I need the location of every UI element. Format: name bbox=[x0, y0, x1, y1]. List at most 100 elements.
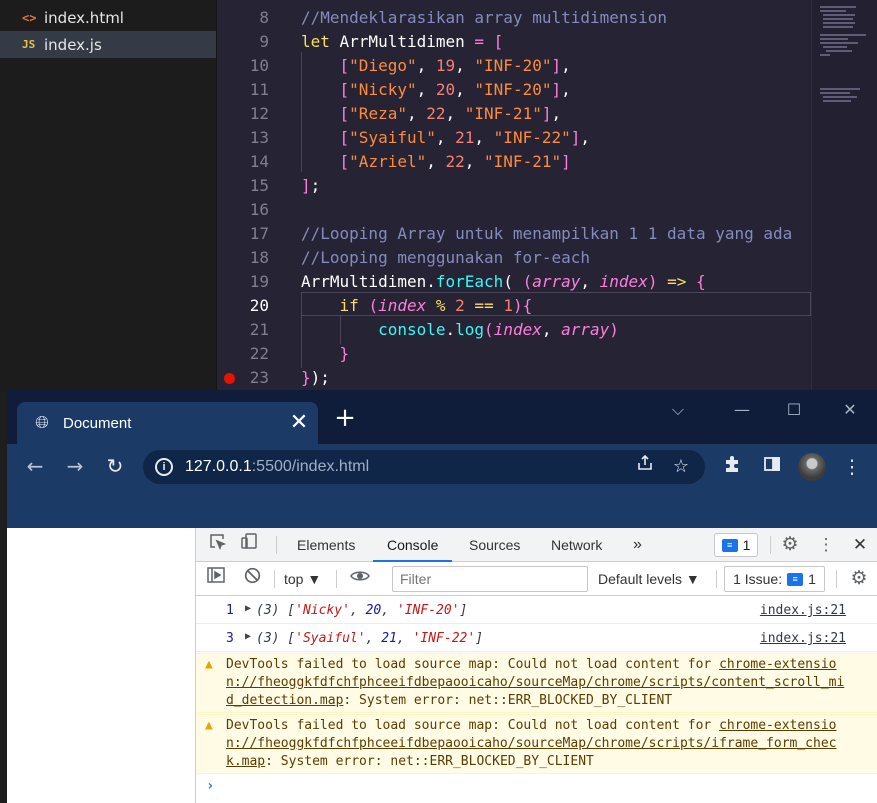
more-tabs-button[interactable]: » bbox=[633, 528, 642, 562]
message-icon: ≡ bbox=[787, 572, 804, 586]
code-text: ["Nicky", 20, "INF-20"], bbox=[339, 80, 571, 99]
code-line[interactable]: 20 if (index % 2 == 1){ bbox=[217, 294, 811, 318]
tab-console[interactable]: Console bbox=[373, 528, 453, 562]
minimap[interactable] bbox=[811, 0, 877, 392]
address-bar[interactable]: i 127.0.0.1:5500/index.html ☆ bbox=[143, 450, 705, 484]
line-number: 8 bbox=[259, 8, 269, 27]
browser-toolbar: ← → ↻ i 127.0.0.1:5500/index.html ☆ ⋮ bbox=[7, 444, 877, 528]
browser-tab-document[interactable]: 🌐︎ Document ✕ bbox=[17, 402, 318, 444]
code-line[interactable]: 15]; bbox=[217, 174, 811, 198]
code-line[interactable]: 12 ["Reza", 22, "INF-21"], bbox=[217, 102, 811, 126]
inspect-icon[interactable] bbox=[204, 532, 230, 558]
puzzle-icon[interactable] bbox=[717, 452, 747, 482]
devtools-panel: Elements Console Sources Network » ≡ 1 ⚙… bbox=[195, 528, 877, 803]
line-number: 12 bbox=[249, 104, 269, 123]
source-link[interactable]: index.js:21 bbox=[760, 603, 846, 618]
code-line[interactable]: 22 } bbox=[217, 342, 811, 366]
browser-window: 🌐︎ Document ✕ + ⌵ — ☐ ✕ ← → ↻ i 127.0.0.… bbox=[7, 390, 877, 803]
expand-triangle-icon[interactable]: ▶ bbox=[245, 631, 251, 642]
code-line[interactable]: 11 ["Nicky", 20, "INF-20"], bbox=[217, 78, 811, 102]
warning-icon: ▲ bbox=[205, 718, 213, 733]
line-number: 16 bbox=[249, 200, 269, 219]
code-line[interactable]: 16 bbox=[217, 198, 811, 222]
tab-search-icon[interactable]: ⌵ bbox=[663, 398, 693, 422]
source-link[interactable]: index.js:21 bbox=[760, 631, 846, 646]
code-line[interactable]: 19 ArrMultidimen.forEach( (array, index) … bbox=[217, 270, 811, 294]
kebab-menu-icon[interactable]: ⋮ bbox=[837, 452, 867, 482]
globe-icon: 🌐︎ bbox=[35, 413, 49, 433]
sidebar-toggle-icon[interactable] bbox=[204, 567, 228, 591]
code-line[interactable]: 18 //Looping menggunakan for-each bbox=[217, 246, 811, 270]
maximize-icon[interactable]: ☐ bbox=[779, 398, 809, 422]
message-icon: ≡ bbox=[721, 538, 738, 552]
code-line[interactable]: 9 let ArrMultidimen = [ bbox=[217, 30, 811, 54]
console-log-row[interactable]: 1 ▶ (3) ['Nicky', 20, 'INF-20'] index.js… bbox=[196, 596, 877, 624]
console-warning-row[interactable]: ▲ DevTools failed to load source map: Co… bbox=[196, 653, 877, 713]
file-item-index-html[interactable]: <> index.html bbox=[0, 4, 216, 31]
code-line[interactable]: 10 ["Diego", 19, "INF-20"], bbox=[217, 54, 811, 78]
code-text: ["Azriel", 22, "INF-21"] bbox=[339, 152, 571, 171]
site-info-icon[interactable]: i bbox=[155, 458, 173, 476]
console-prompt[interactable]: › bbox=[196, 776, 877, 800]
filter-input[interactable] bbox=[392, 566, 588, 592]
close-devtools-icon[interactable]: ✕ bbox=[847, 532, 873, 558]
breakpoint-icon[interactable] bbox=[224, 373, 235, 384]
code-line[interactable]: 14 ["Azriel", 22, "INF-21"] bbox=[217, 150, 811, 174]
warning-icon: ▲ bbox=[205, 657, 213, 672]
console-log-row[interactable]: 3 ▶ (3) ['Syaiful', 21, 'INF-22'] index.… bbox=[196, 624, 877, 652]
tab-close-icon[interactable]: ✕ bbox=[286, 410, 312, 436]
avatar[interactable] bbox=[798, 453, 826, 481]
line-number: 18 bbox=[249, 248, 269, 267]
url-text[interactable]: 127.0.0.1:5500/index.html bbox=[185, 458, 627, 476]
tab-elements[interactable]: Elements bbox=[297, 528, 355, 562]
page-viewport[interactable] bbox=[7, 528, 195, 803]
eye-icon[interactable] bbox=[348, 567, 372, 591]
log-levels-select[interactable]: Default levels ▼ bbox=[598, 567, 700, 591]
tab-network[interactable]: Network bbox=[551, 528, 602, 562]
code-line[interactable]: 17 //Looping Array untuk menampilkan 1 1 … bbox=[217, 222, 811, 246]
file-item-index-js[interactable]: JS index.js bbox=[0, 31, 216, 58]
code-editor[interactable]: 8 //Mendeklarasikan array multidimension 9… bbox=[217, 0, 811, 392]
console-warning-row[interactable]: ▲ DevTools failed to load source map: Co… bbox=[196, 714, 877, 774]
arrow-left-icon[interactable]: ← bbox=[21, 452, 49, 480]
code-text: console.log(index, array) bbox=[378, 320, 619, 339]
reload-icon[interactable]: ↻ bbox=[101, 452, 129, 480]
code-line[interactable]: 13 ["Syaiful", 21, "INF-22"], bbox=[217, 126, 811, 150]
star-icon[interactable]: ☆ bbox=[663, 452, 699, 482]
close-window-icon[interactable]: ✕ bbox=[835, 398, 865, 422]
console-filterbar: top ▼ Default levels ▼ 1 Issue: ≡ 1 ⚙ bbox=[196, 562, 877, 596]
kebab-menu-icon[interactable]: ⋮ bbox=[813, 532, 839, 558]
code-text: ["Reza", 22, "INF-21"], bbox=[339, 104, 562, 123]
file-name: index.html bbox=[44, 8, 124, 27]
gear-icon[interactable]: ⚙ bbox=[847, 567, 871, 591]
gear-icon[interactable]: ⚙ bbox=[777, 532, 803, 558]
code-text: ["Syaiful", 21, "INF-22"], bbox=[339, 128, 591, 147]
line-number: 14 bbox=[249, 152, 269, 171]
tab-sources[interactable]: Sources bbox=[469, 528, 520, 562]
line-number: 22 bbox=[249, 344, 269, 363]
code-text: ]; bbox=[301, 176, 321, 195]
arrow-right-icon[interactable]: → bbox=[61, 452, 89, 480]
code-text: if (index % 2 == 1){ bbox=[339, 296, 533, 315]
device-toggle-icon[interactable] bbox=[236, 532, 262, 558]
line-number: 21 bbox=[249, 320, 269, 339]
messages-badge[interactable]: ≡ 1 bbox=[714, 533, 758, 557]
code-line[interactable]: 8 //Mendeklarasikan array multidimension bbox=[217, 6, 811, 30]
line-number: 9 bbox=[259, 32, 269, 51]
clear-console-icon[interactable] bbox=[240, 567, 264, 591]
code-line[interactable]: 21 console.log(index, array) bbox=[217, 318, 811, 342]
console-output[interactable]: 1 ▶ (3) ['Nicky', 20, 'INF-20'] index.js… bbox=[196, 596, 877, 803]
expand-triangle-icon[interactable]: ▶ bbox=[245, 603, 251, 614]
new-tab-button[interactable]: + bbox=[331, 404, 359, 432]
code-text: //Mendeklarasikan array multidimension bbox=[301, 8, 668, 27]
prompt-chevron-icon: › bbox=[206, 778, 215, 794]
line-number: 13 bbox=[249, 128, 269, 147]
line-number: 15 bbox=[249, 176, 269, 195]
issues-button[interactable]: 1 Issue: ≡ 1 bbox=[724, 566, 825, 592]
side-panel-icon[interactable] bbox=[757, 452, 787, 482]
code-line[interactable]: 23}); bbox=[217, 366, 811, 390]
context-select[interactable]: top ▼ bbox=[284, 567, 321, 591]
share-icon[interactable] bbox=[627, 452, 663, 482]
minimize-icon[interactable]: — bbox=[727, 398, 757, 422]
browser-content: Elements Console Sources Network » ≡ 1 ⚙… bbox=[7, 528, 877, 803]
